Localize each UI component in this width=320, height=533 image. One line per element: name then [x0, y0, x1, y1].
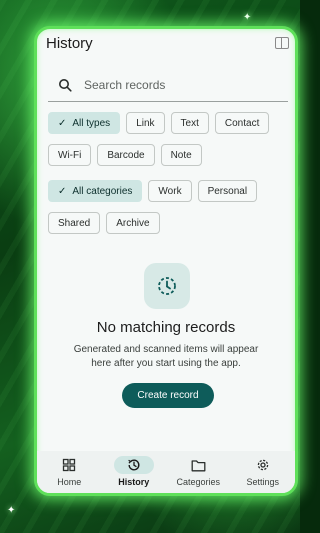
bottom-navigation: Home History Categories Settings: [37, 451, 295, 493]
empty-state-icon: [144, 263, 190, 309]
nav-home[interactable]: Home: [37, 451, 101, 487]
chip-work[interactable]: Work: [148, 180, 192, 202]
check-icon: ✓: [58, 117, 67, 129]
search-input[interactable]: [82, 77, 276, 93]
chip-link[interactable]: Link: [126, 112, 165, 134]
search-icon: [59, 79, 72, 92]
check-icon: ✓: [58, 185, 67, 197]
history-icon: [128, 459, 140, 471]
folder-icon: [191, 459, 206, 471]
history-clock-icon: [158, 277, 176, 295]
nav-label-history: History: [118, 477, 150, 487]
chip-contact[interactable]: Contact: [214, 112, 270, 134]
nav-history[interactable]: History: [102, 451, 166, 487]
chip-wifi[interactable]: Wi-Fi: [48, 144, 92, 166]
chip-text[interactable]: Text: [170, 112, 209, 134]
chip-note[interactable]: Note: [160, 144, 202, 166]
gear-icon: [257, 459, 268, 471]
chip-shared[interactable]: Shared: [48, 212, 101, 234]
view-toggle-icon[interactable]: [275, 37, 289, 49]
nav-label-home: Home: [57, 477, 82, 487]
nav-settings[interactable]: Settings: [231, 451, 295, 487]
phone-screen: History ✓All types Link Text Contact Wi-…: [34, 26, 298, 496]
grid-icon: [63, 458, 76, 472]
top-app-bar: History: [37, 29, 295, 59]
chip-all-categories[interactable]: ✓ All categories: [48, 180, 143, 202]
create-record-button[interactable]: Create record: [122, 383, 214, 408]
search-bar[interactable]: [48, 69, 288, 102]
category-filter-chips: ✓ All categories Work Personal Shared Arc…: [48, 180, 288, 234]
empty-state-title: No matching records: [96, 319, 236, 336]
chip-personal[interactable]: Personal: [197, 180, 258, 202]
sparkle-icon: ✦: [243, 12, 252, 23]
chip-archive[interactable]: Archive: [106, 212, 160, 234]
page-title: History: [46, 35, 93, 52]
type-filter-chips: ✓ All types Link Text Contact Wi-Fi Barco…: [48, 112, 288, 166]
sparkle-icon: ✦: [7, 505, 16, 516]
nav-label-settings: Settings: [246, 477, 280, 487]
nav-categories[interactable]: Categories: [166, 451, 230, 487]
empty-state-body: Generated and scanned items will appear …: [73, 344, 259, 369]
chip-barcode[interactable]: Barcode: [97, 144, 155, 166]
nav-label-categories: Categories: [176, 477, 221, 487]
chip-all-types[interactable]: ✓ All types: [48, 112, 121, 134]
